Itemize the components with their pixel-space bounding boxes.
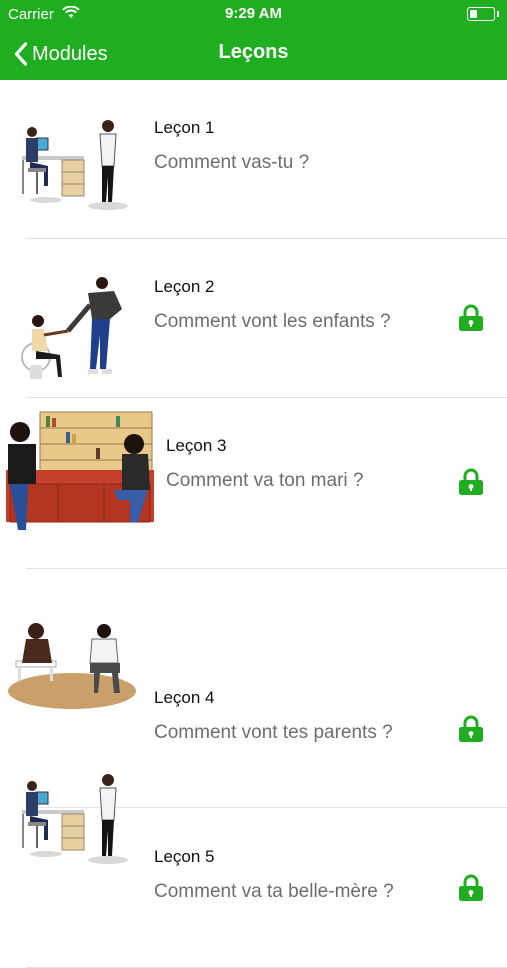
lesson-subtitle: Comment vas-tu ? (154, 152, 310, 173)
office-scene-illustration (22, 120, 128, 210)
lesson-row-3[interactable]: Leçon 3 Comment va ton mari ? (0, 398, 507, 569)
lesson-title: Leçon 4 (154, 688, 215, 707)
battery-icon (467, 7, 499, 21)
lesson-subtitle: Comment vont les enfants ? (154, 311, 391, 332)
lesson-row-4[interactable]: Leçon 4 Comment vont tes parents ? (0, 569, 507, 808)
status-time: 9:29 AM (225, 5, 282, 22)
lesson-row-2[interactable]: Leçon 2 Comment vont les enfants ? (0, 239, 507, 398)
lock-icon (459, 468, 483, 495)
lock-icon (459, 304, 483, 331)
lesson-title: Leçon 2 (154, 277, 215, 296)
living-room-scene-illustration (6, 410, 154, 540)
greeting-scene-illustration (21, 277, 122, 379)
lesson-row-5[interactable]: Leçon 5 Comment va ta belle-mère ? (0, 774, 507, 968)
lesson-title: Leçon 1 (154, 118, 215, 137)
lock-icon (459, 874, 483, 901)
lesson-subtitle: Comment va ton mari ? (166, 470, 364, 491)
lock-icon (459, 715, 483, 742)
office-scene-illustration (22, 774, 128, 864)
lesson-title: Leçon 3 (166, 436, 227, 455)
sitting-scene-illustration (8, 623, 136, 709)
nav-header: Carrier 9:29 AM Modules Leçons (0, 0, 507, 80)
page-title: Leçons (218, 41, 289, 63)
lesson-title: Leçon 5 (154, 847, 215, 866)
lesson-row-1[interactable]: Leçon 1 Comment vas-tu ? (0, 80, 507, 239)
lesson-subtitle: Comment vont tes parents ? (154, 722, 393, 743)
status-bar: Carrier 9:29 AM (0, 0, 507, 28)
navigation-bar: Modules Leçons (0, 28, 507, 80)
